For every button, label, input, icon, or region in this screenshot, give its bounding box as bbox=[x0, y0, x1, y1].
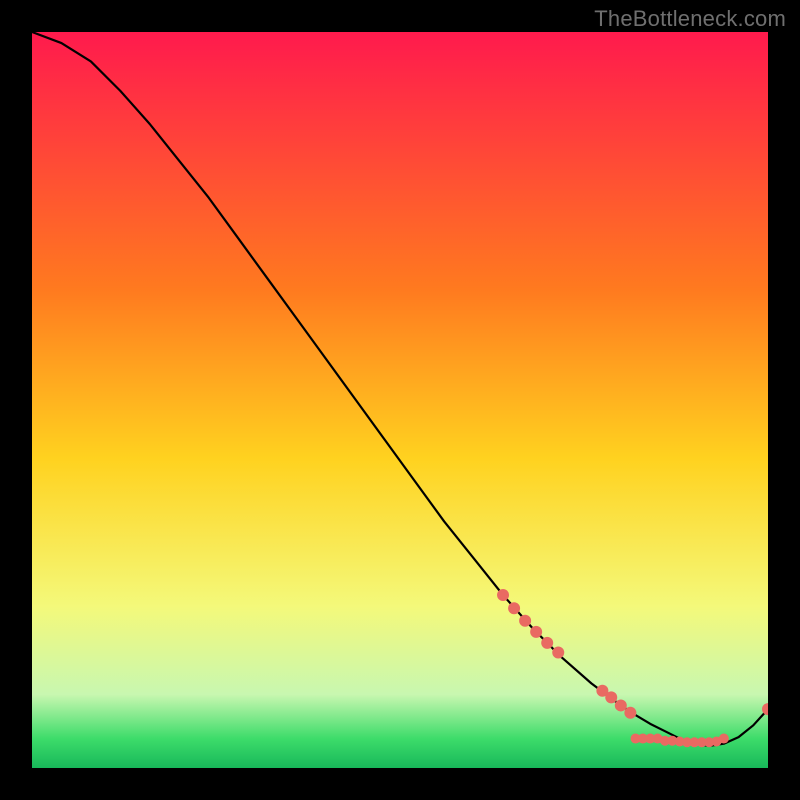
data-marker bbox=[519, 615, 531, 627]
plot-area bbox=[32, 32, 768, 768]
data-marker bbox=[719, 734, 729, 744]
data-marker bbox=[624, 707, 636, 719]
data-marker bbox=[552, 646, 564, 658]
bottleneck-curve bbox=[32, 32, 768, 746]
data-marker bbox=[541, 637, 553, 649]
data-marker bbox=[605, 691, 617, 703]
data-marker bbox=[615, 699, 627, 711]
attribution-watermark: TheBottleneck.com bbox=[594, 6, 786, 32]
data-marker bbox=[530, 626, 542, 638]
data-marker bbox=[497, 589, 509, 601]
data-marker bbox=[508, 602, 520, 614]
chart-svg bbox=[32, 32, 768, 768]
data-markers bbox=[497, 589, 768, 747]
chart-stage: TheBottleneck.com bbox=[0, 0, 800, 800]
